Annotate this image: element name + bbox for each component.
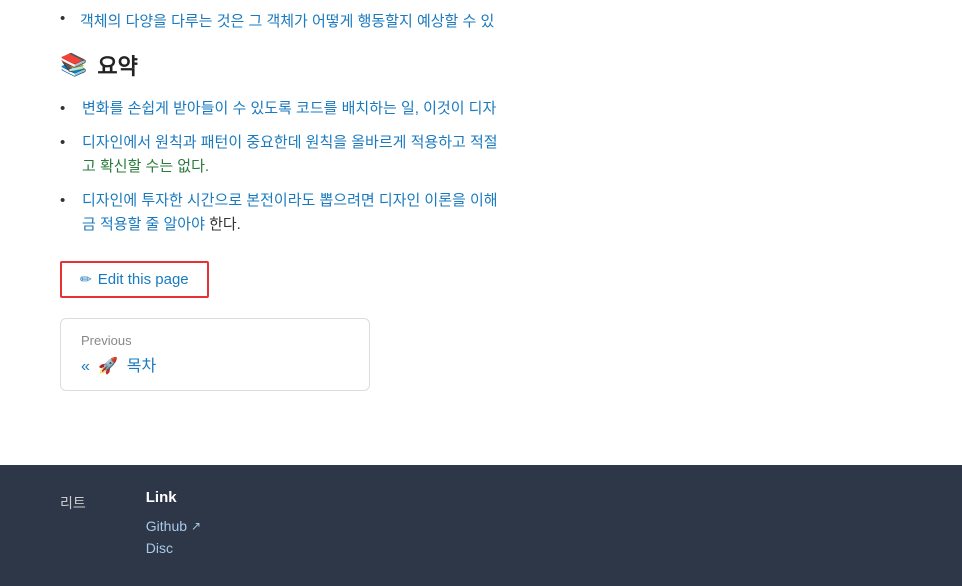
bullet-text-3: 한다. xyxy=(205,216,241,233)
summary-section-header: 📚 요약 xyxy=(60,49,902,81)
bullet-link-3a[interactable]: 디자인에 투자한 시간으로 본전이라도 뽑으려면 디자인 이론을 이해 xyxy=(82,192,498,209)
footer-github-label: Github xyxy=(146,518,187,534)
nav-previous-label: Previous xyxy=(81,333,349,348)
main-content: 객체의 다양을 다루는 것은 그 객체가 어떻게 행동할지 예상할 수 있 📚 … xyxy=(0,0,962,465)
list-item: 디자인에 투자한 시간으로 본전이라도 뽑으려면 디자인 이론을 이해 금 적용… xyxy=(60,189,902,237)
footer-links-heading: Link xyxy=(146,489,201,506)
list-item: 디자인에서 원칙과 패턴이 중요한데 원칙을 올바르게 적용하고 적절 고 확신… xyxy=(60,131,902,179)
nav-previous-title: 목차 xyxy=(127,358,156,375)
nav-cards-section: Previous « 🚀 목차 xyxy=(60,318,902,391)
bullet-link-1[interactable]: 변화를 손쉽게 받아들이 수 있도록 코드를 배치하는 일, 이것이 디자 xyxy=(82,100,496,117)
footer-links-section: Link Github ↗ Disc xyxy=(146,489,201,562)
bullet-link-2a[interactable]: 디자인에서 원칙과 패턴이 중요한데 원칙을 올바르게 적용하고 적절 xyxy=(82,134,498,151)
nav-previous-emoji: 🚀 xyxy=(98,358,118,375)
list-item: 변화를 손쉽게 받아들이 수 있도록 코드를 배치하는 일, 이것이 디자 xyxy=(60,97,902,121)
summary-title: 요약 xyxy=(97,49,137,81)
footer: 리트 Link Github ↗ Disc xyxy=(0,465,962,586)
top-bullet-text: 객체의 다양을 다루는 것은 그 객체가 어떻게 행동할지 예상할 수 있 xyxy=(80,13,494,30)
footer-left-text: 리트 xyxy=(60,493,86,513)
footer-github-link[interactable]: Github ↗ xyxy=(146,518,201,534)
page-wrapper: 객체의 다양을 다루는 것은 그 객체가 어떻게 행동할지 예상할 수 있 📚 … xyxy=(0,0,962,586)
top-bullet-item: 객체의 다양을 다루는 것은 그 객체가 어떻게 행동할지 예상할 수 있 xyxy=(60,10,902,31)
external-link-icon: ↗ xyxy=(191,519,201,533)
edit-button-label: Edit this page xyxy=(98,271,189,288)
pencil-icon: ✏ xyxy=(80,271,92,288)
bullet-link-3b[interactable]: 금 적용할 줄 알아야 xyxy=(82,216,205,233)
bullet-link-2b[interactable]: 고 확신할 수는 없다. xyxy=(82,158,209,175)
edit-button-wrapper: ✏ Edit this page xyxy=(60,261,902,298)
summary-icon: 📚 xyxy=(60,52,87,78)
footer-disc-link[interactable]: Disc xyxy=(146,540,201,556)
summary-bullet-list: 변화를 손쉽게 받아들이 수 있도록 코드를 배치하는 일, 이것이 디자 디자… xyxy=(60,97,902,237)
edit-page-button[interactable]: ✏ Edit this page xyxy=(60,261,209,298)
nav-previous-link[interactable]: « 🚀 목차 xyxy=(81,352,349,376)
footer-disc-label: Disc xyxy=(146,540,173,556)
nav-card-previous: Previous « 🚀 목차 xyxy=(60,318,370,391)
nav-previous-arrow: « xyxy=(81,358,90,375)
